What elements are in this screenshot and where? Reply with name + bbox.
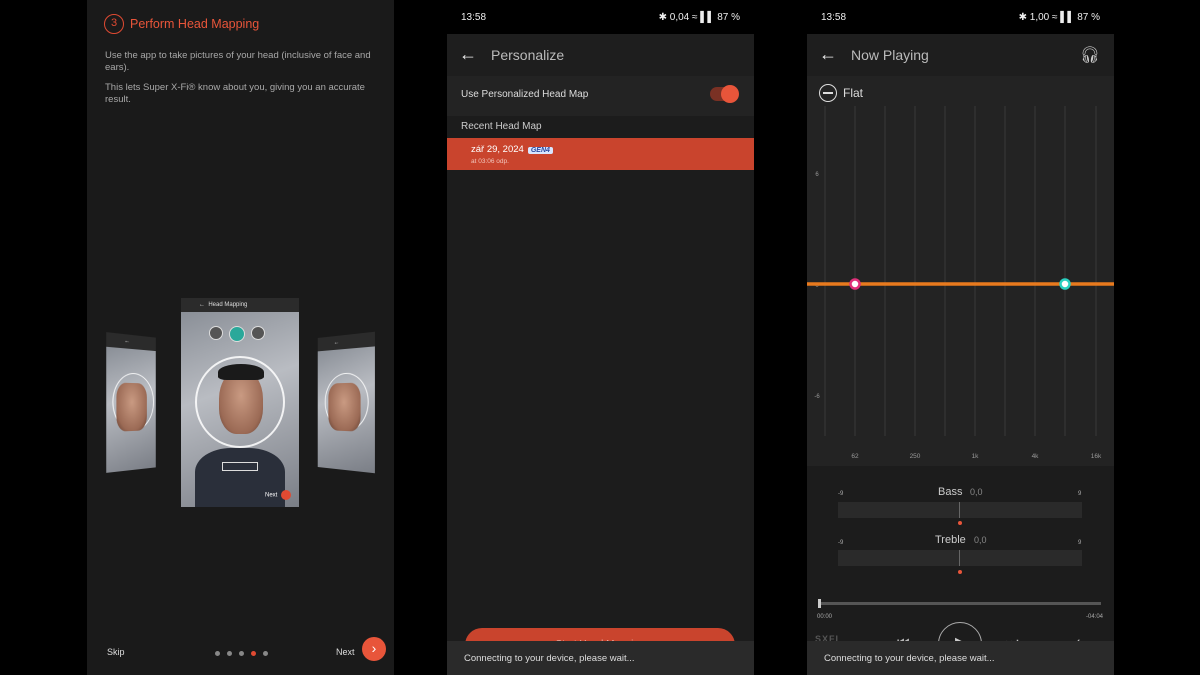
status-bar: 13:58 ✱ 0,04 ≈ ▌▌ 87 % (447, 0, 754, 34)
equalizer-graph[interactable]: 60-662 250 1k 4k 16k (807, 106, 1114, 466)
ear-photo (116, 382, 147, 432)
status-time: 13:58 (461, 12, 487, 23)
next-label[interactable]: Next (336, 647, 355, 657)
eq-x-tick-label: 16k (1091, 453, 1102, 460)
step-number-badge: 3 (104, 14, 124, 34)
capture-step-left (209, 326, 223, 340)
remaining-time: -04:04 (1086, 614, 1104, 620)
capture-steps (209, 326, 265, 342)
page-dot (227, 651, 232, 656)
equalizer-panel: Flat 6 0 -6 62 250 1k 4k 16k (807, 76, 1114, 466)
treble-slider-center (959, 550, 960, 566)
ear-left-preview-card: ← (106, 332, 156, 473)
treble-slider-thumb[interactable] (958, 570, 962, 574)
bass-slider[interactable] (838, 502, 1082, 518)
treble-max: 9 (1078, 540, 1082, 546)
elapsed-time: 00:00 (817, 614, 833, 620)
face-ring (195, 356, 285, 448)
toggle-label: Use Personalized Head Map (461, 89, 589, 100)
bass-min: -9 (838, 491, 844, 497)
card-next-label: Next (265, 492, 278, 499)
back-arrow-icon[interactable]: ← (459, 44, 479, 64)
app-bar: ← Personalize (447, 34, 754, 76)
capture-button (222, 462, 258, 471)
personalized-map-toggle[interactable] (710, 85, 739, 103)
ear-photo (328, 382, 361, 432)
toggle-knob (721, 85, 739, 103)
page-dot (263, 651, 268, 656)
tone-controls: -9 Bass 0,0 9 -9 Treble 0,0 9 (807, 466, 1114, 646)
eq-control-point-low (849, 278, 861, 290)
ear-right-preview-card: ← (317, 331, 375, 474)
eq-y-tick-label: 6 (815, 172, 819, 178)
treble-value: 0,0 (974, 535, 987, 545)
page-dot (239, 651, 244, 656)
head-map-item[interactable]: zář 29, 2024 GEN4 at 03:06 odp. (447, 138, 754, 170)
eq-x-tick-label: 1k (972, 453, 980, 460)
eq-preset-name: Flat (843, 86, 864, 100)
head-map-date: zář 29, 2024 GEN4 (471, 144, 553, 155)
connecting-toast: Connecting to your device, please wait..… (807, 641, 1114, 675)
description-text: This lets Super X-Fi® know about you, gi… (105, 82, 365, 105)
bass-value: 0,0 (970, 487, 983, 497)
page-indicator (215, 651, 268, 656)
eq-control-point-high (1059, 278, 1071, 290)
treble-min: -9 (838, 540, 844, 546)
eq-x-tick-label: 250 (910, 453, 921, 460)
bass-label: Bass (938, 486, 963, 498)
status-bar: 13:58 ✱ 1,00 ≈ ▌▌ 87 % (807, 0, 1114, 34)
personalized-map-row[interactable]: Use Personalized Head Map (447, 76, 754, 116)
back-arrow-icon[interactable]: ← (819, 44, 839, 64)
status-icons: ✱ 1,00 ≈ ▌▌ 87 % (1018, 12, 1100, 23)
next-button[interactable]: › (362, 637, 386, 661)
app-bar: ← Now Playing 🎧︎ (807, 34, 1114, 76)
seek-thumb[interactable] (818, 599, 821, 608)
now-playing-screen: 13:58 ✱ 1,00 ≈ ▌▌ 87 % ← Now Playing 🎧︎ … (807, 0, 1114, 675)
skip-button[interactable]: Skip (107, 647, 125, 657)
onboarding-footer: Skip Next › (87, 625, 394, 675)
card-header: ← Head Mapping (181, 298, 299, 312)
minus-circle-icon[interactable] (819, 84, 837, 102)
status-time: 13:58 (821, 12, 847, 23)
bass-slider-center (959, 502, 960, 518)
card-next-dot (281, 490, 292, 500)
personalize-screen: 13:58 ✱ 0,04 ≈ ▌▌ 87 % ← Personalize Use… (447, 0, 754, 675)
step-title: Perform Head Mapping (130, 17, 260, 31)
eq-x-tick-label: 62 (851, 453, 859, 460)
bass-max: 9 (1078, 491, 1082, 497)
connecting-toast: Connecting to your device, please wait..… (447, 641, 754, 675)
head-map-date-text: zář 29, 2024 (471, 144, 524, 155)
face-preview-card: ← Head Mapping Next (181, 298, 299, 507)
eq-y-tick-label: -6 (814, 394, 820, 400)
card-title: Head Mapping (208, 302, 248, 308)
page-dot (215, 651, 220, 656)
page-title: Personalize (491, 47, 565, 63)
eq-x-tick-label: 4k (1032, 453, 1040, 460)
eq-preset-selector[interactable]: Flat (819, 84, 863, 102)
chevron-right-icon: › (371, 640, 377, 656)
recent-head-map-header: Recent Head Map (461, 121, 542, 132)
onboarding-screen: 3 Perform Head Mapping Use the app to ta… (87, 0, 394, 675)
headphones-icon[interactable]: 🎧︎ (1080, 45, 1100, 65)
status-icons: ✱ 0,04 ≈ ▌▌ 87 % (658, 12, 740, 23)
bass-slider-thumb[interactable] (958, 521, 962, 525)
seek-bar[interactable] (818, 599, 1101, 608)
page-title: Now Playing (851, 47, 929, 63)
treble-label: Treble (935, 534, 966, 546)
gen-badge: GEN4 (527, 147, 553, 154)
capture-step-front (229, 326, 245, 342)
head-map-time: at 03:06 odp. (471, 158, 509, 165)
card-next: Next (265, 490, 292, 500)
instruction-text: Use the app to take pictures of your hea… (105, 50, 371, 73)
page-dot (251, 651, 256, 656)
capture-step-right (251, 326, 265, 340)
treble-slider[interactable] (838, 550, 1082, 566)
